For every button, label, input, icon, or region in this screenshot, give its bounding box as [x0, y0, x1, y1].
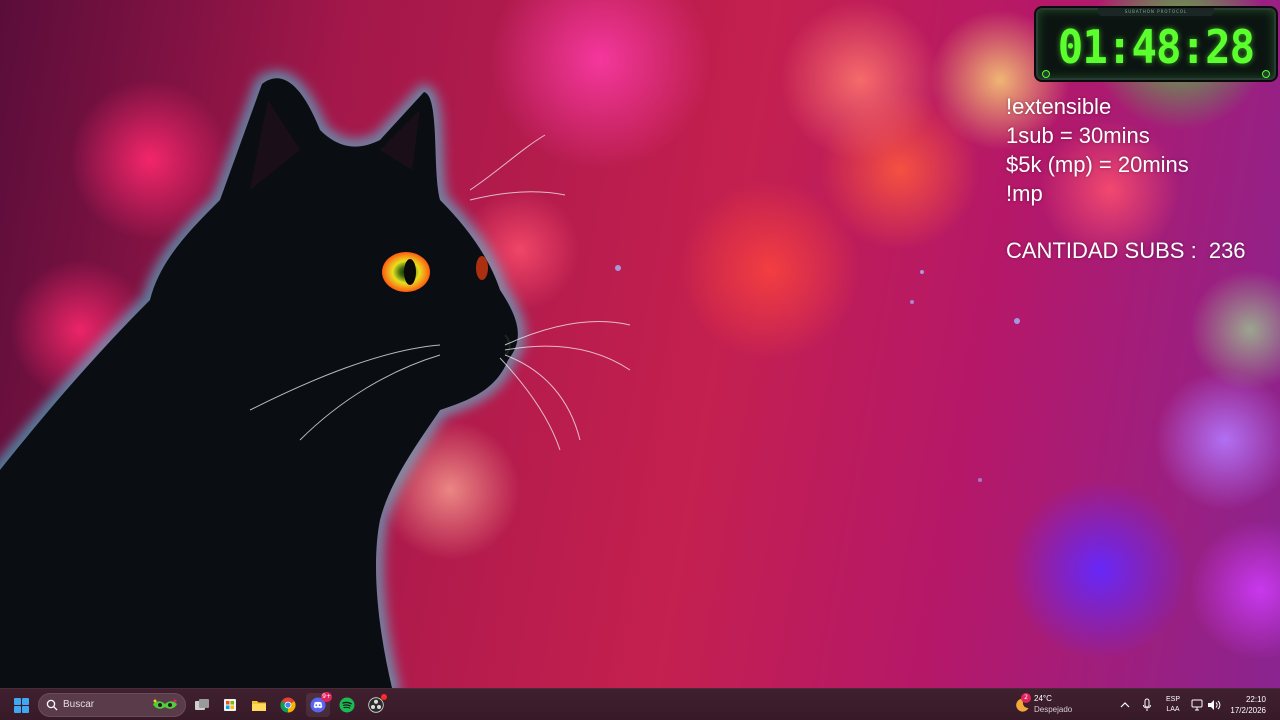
search-icon	[46, 699, 58, 711]
subathon-timer-widget: SUBATHON PROTOCOL 01:48:28	[1036, 8, 1276, 80]
recording-indicator-icon	[381, 694, 387, 700]
file-explorer-icon[interactable]	[247, 693, 271, 717]
show-hidden-icons-chevron-icon[interactable]	[1118, 693, 1132, 717]
weather-temperature: 24°C	[1034, 694, 1052, 703]
subathon-info: !extensible 1sub = 30mins $5k (mp) = 20m…	[1006, 92, 1280, 265]
info-line-mp-rate: $5k (mp) = 20mins	[1006, 152, 1189, 177]
clock-time: 22:10	[1245, 695, 1266, 704]
info-line-mp: !mp	[1006, 181, 1043, 206]
taskbar-search-box[interactable]: Buscar	[38, 693, 186, 717]
obs-icon[interactable]	[364, 693, 388, 717]
windows-start-icon[interactable]	[8, 693, 34, 717]
language-indicator[interactable]: ESP LAA	[1162, 695, 1184, 719]
taskbar-clock[interactable]: 22:10 17/2/2026	[1230, 694, 1266, 716]
discord-icon[interactable]: 9+	[306, 692, 332, 717]
taskbar: Buscar 9+ 2 24°C Despejado ESP LAA 22:10…	[0, 688, 1280, 720]
microphone-icon[interactable]	[1140, 693, 1154, 717]
search-placeholder: Buscar	[63, 699, 95, 710]
task-view-icon[interactable]	[190, 693, 214, 717]
spotify-icon[interactable]	[335, 693, 359, 717]
subs-counter: CANTIDAD SUBS : 236	[1006, 236, 1280, 265]
language-code: ESP	[1165, 696, 1180, 703]
network-icon[interactable]	[1190, 693, 1204, 717]
carnival-mask-icon	[153, 699, 177, 709]
weather-badge: 2	[1021, 693, 1031, 703]
timer-value: 01:48:28	[1057, 20, 1255, 74]
chrome-icon[interactable]	[276, 693, 300, 717]
weather-condition: Despejado	[1034, 705, 1073, 714]
timer-header: SUBATHON PROTOCOL	[1098, 8, 1214, 16]
keyboard-layout: LAA	[1166, 706, 1180, 713]
subs-label: CANTIDAD SUBS :	[1006, 238, 1197, 263]
volume-icon[interactable]	[1206, 693, 1222, 717]
info-line-extensible: !extensible	[1006, 94, 1112, 119]
info-line-sub-rate: 1sub = 30mins	[1006, 123, 1150, 148]
weather-widget[interactable]: 2 24°C Despejado	[1012, 693, 1092, 717]
subs-count: 236	[1208, 238, 1246, 263]
discord-notification-badge: 9+	[321, 692, 332, 702]
clock-date: 17/2/2026	[1230, 706, 1266, 715]
store-icon[interactable]	[218, 693, 242, 717]
